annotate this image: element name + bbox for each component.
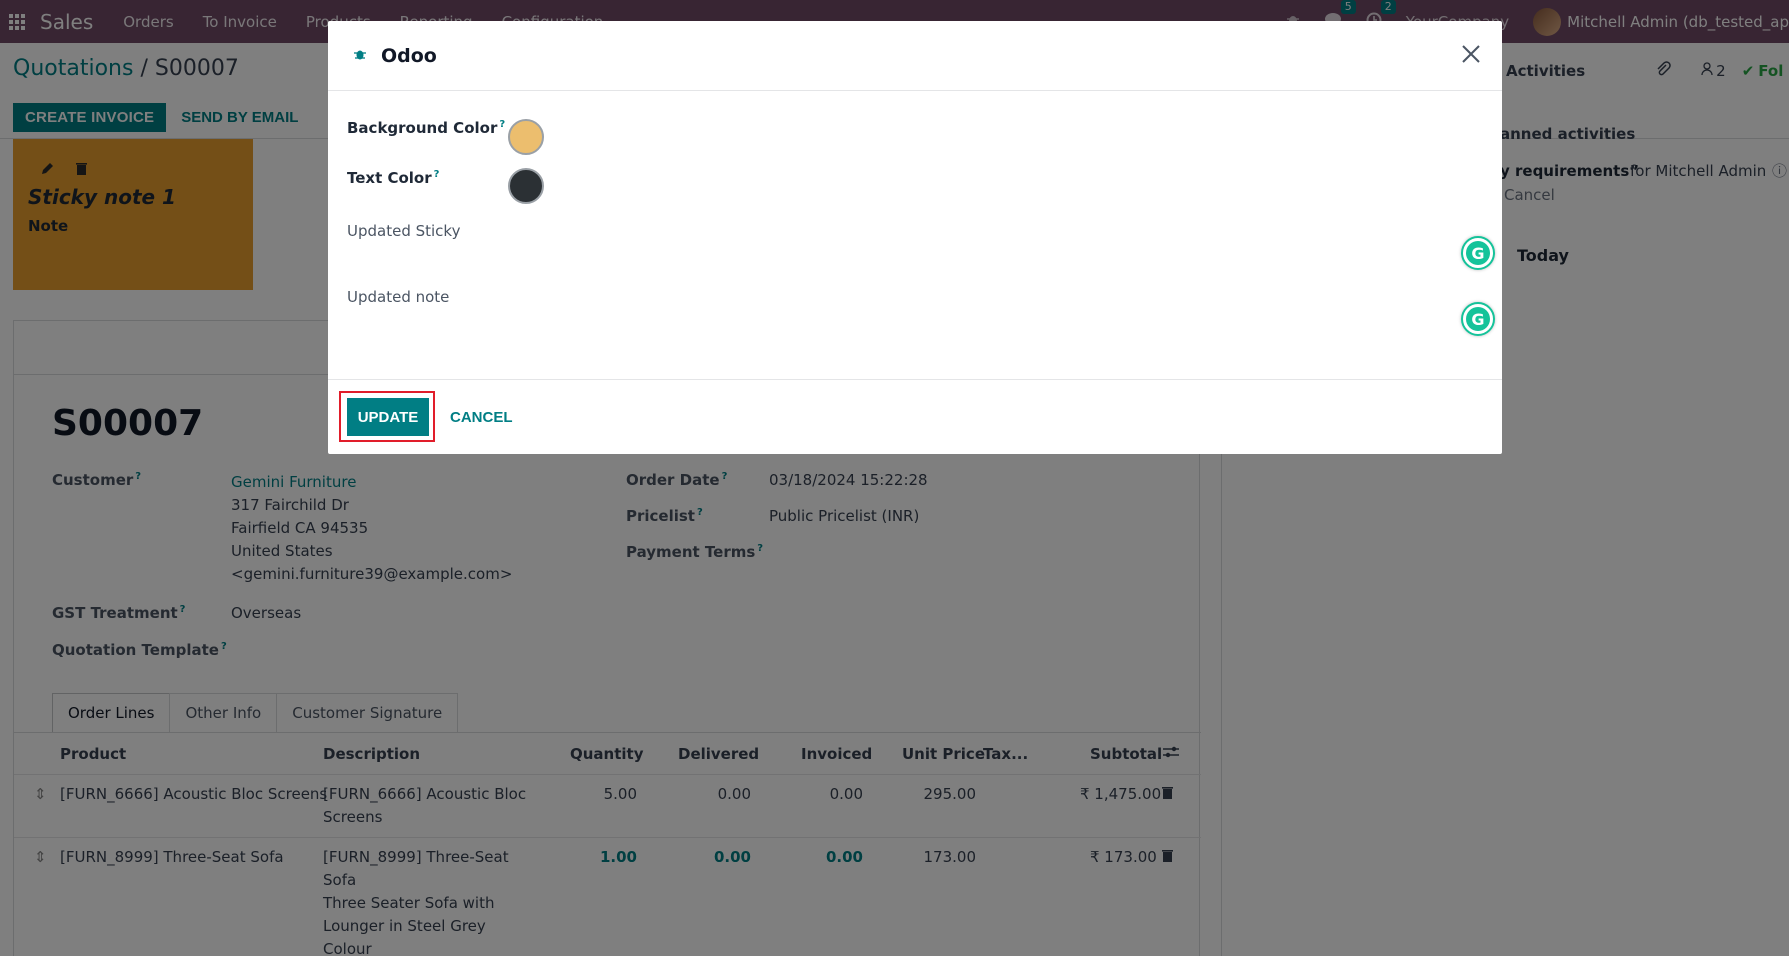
update-button[interactable]: UPDATE: [347, 398, 429, 436]
sticky-edit-dialog: Odoo Background Color? Text Color? Updat…: [328, 21, 1502, 454]
text-color-label: Text Color?: [347, 169, 440, 187]
sticky-note-input[interactable]: Updated note: [347, 288, 449, 306]
dialog-body: Background Color? Text Color? Updated St…: [347, 119, 1495, 381]
text-color-picker[interactable]: [508, 168, 544, 204]
bug-icon: [353, 47, 367, 65]
dialog-title: Odoo: [381, 44, 437, 67]
background-color-label: Background Color?: [347, 119, 506, 137]
background-color-picker[interactable]: [508, 119, 544, 155]
grammarly-icon[interactable]: G: [1461, 302, 1495, 336]
close-icon[interactable]: [1460, 43, 1484, 67]
grammarly-icon[interactable]: G: [1461, 236, 1495, 270]
dialog-header: Odoo: [328, 21, 1502, 91]
dialog-footer: UPDATE CANCEL: [328, 379, 1502, 454]
sticky-title-input[interactable]: Updated Sticky: [347, 222, 460, 240]
cancel-button[interactable]: CANCEL: [446, 398, 517, 436]
